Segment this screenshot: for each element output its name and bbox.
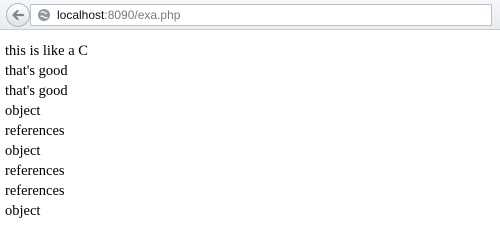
browser-toolbar: localhost:8090/exa.php [0,0,500,30]
output-line: object [5,103,41,119]
output-line: references [5,163,65,179]
globe-icon [37,8,51,22]
page-content: this is like a C that's good that's good… [5,41,88,221]
output-line: that's good [5,63,68,79]
output-line: object [5,143,41,159]
url-host: localhost [57,8,105,22]
output-line: references [5,123,65,139]
output-line: that's good [5,83,68,99]
address-bar[interactable]: localhost:8090/exa.php [30,4,492,26]
output-line: this is like a C [5,43,88,59]
url-text: localhost:8090/exa.php [57,8,180,22]
output-line: object [5,203,41,219]
back-button[interactable] [6,3,30,27]
back-arrow-icon [12,9,25,21]
output-line: references [5,183,65,199]
url-path: :8090/exa.php [104,8,181,22]
